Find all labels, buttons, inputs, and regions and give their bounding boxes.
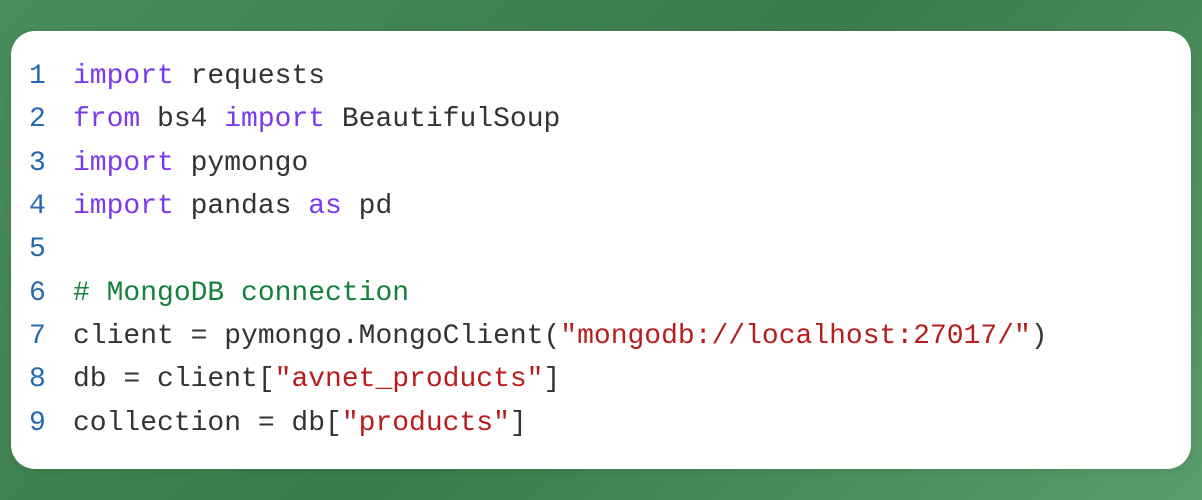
token-txt: ] — [543, 364, 560, 395]
code-content: client = pymongo.MongoClient("mongodb://… — [73, 315, 1048, 358]
code-content: import pandas as pd — [73, 185, 392, 228]
line-number: 1 — [29, 55, 73, 98]
token-txt: BeautifulSoup — [325, 104, 560, 135]
line-number: 8 — [29, 358, 73, 401]
line-number: 7 — [29, 315, 73, 358]
token-txt: ) — [1031, 321, 1048, 352]
line-number: 2 — [29, 98, 73, 141]
token-txt: pymongo — [174, 148, 308, 179]
token-txt: collection = db[ — [73, 408, 342, 439]
line-number: 6 — [29, 272, 73, 315]
token-kw: from — [73, 104, 140, 135]
line-number: 5 — [29, 228, 73, 271]
token-str: "mongodb://localhost:27017/" — [560, 321, 1030, 352]
code-content: collection = db["products"] — [73, 402, 527, 445]
code-block: 1import requests2from bs4 import Beautif… — [11, 31, 1191, 470]
line-number: 9 — [29, 402, 73, 445]
line-number: 4 — [29, 185, 73, 228]
token-txt: client = pymongo.MongoClient( — [73, 321, 560, 352]
code-line: 3import pymongo — [29, 142, 1171, 185]
token-kw: import — [224, 104, 325, 135]
code-content: # MongoDB connection — [73, 272, 409, 315]
token-kw: import — [73, 148, 174, 179]
token-str: "avnet_products" — [275, 364, 544, 395]
token-txt: ] — [510, 408, 527, 439]
code-line: 8db = client["avnet_products"] — [29, 358, 1171, 401]
code-content: import requests — [73, 55, 325, 98]
token-kw: import — [73, 61, 174, 92]
token-kw: as — [308, 191, 342, 222]
token-txt: bs4 — [140, 104, 224, 135]
token-txt: pandas — [174, 191, 308, 222]
line-number: 3 — [29, 142, 73, 185]
code-line: 6# MongoDB connection — [29, 272, 1171, 315]
code-content: import pymongo — [73, 142, 308, 185]
token-cmt: # MongoDB connection — [73, 278, 409, 309]
code-line: 4import pandas as pd — [29, 185, 1171, 228]
code-content: from bs4 import BeautifulSoup — [73, 98, 560, 141]
token-txt: requests — [174, 61, 325, 92]
token-txt: db = client[ — [73, 364, 275, 395]
code-line: 9collection = db["products"] — [29, 402, 1171, 445]
code-line: 1import requests — [29, 55, 1171, 98]
token-kw: import — [73, 191, 174, 222]
token-txt: pd — [342, 191, 392, 222]
code-line: 5 — [29, 228, 1171, 271]
code-content: db = client["avnet_products"] — [73, 358, 560, 401]
code-line: 7client = pymongo.MongoClient("mongodb:/… — [29, 315, 1171, 358]
token-str: "products" — [342, 408, 510, 439]
code-line: 2from bs4 import BeautifulSoup — [29, 98, 1171, 141]
